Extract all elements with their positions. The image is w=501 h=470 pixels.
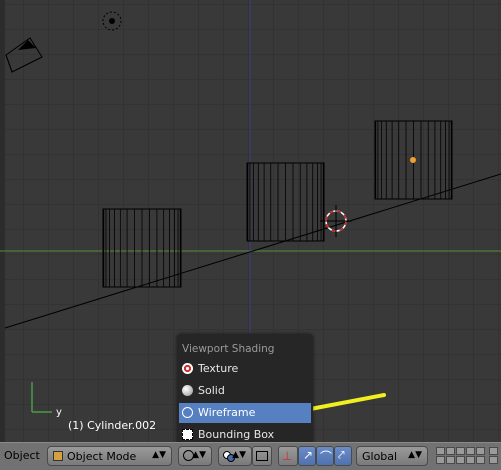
rotate-icon: ⌒ [320,450,333,464]
cylinder-object[interactable] [246,162,325,242]
cylinder-object[interactable] [102,208,182,288]
translate-icon: ↗ [303,448,314,462]
layer-button[interactable] [446,447,455,455]
menu-item-label: Texture [198,362,239,375]
menu-item-solid[interactable]: Solid [179,381,311,401]
menu-item-label: Bounding Box [198,428,275,441]
mode-label: Object Mode [67,450,137,463]
layer-button[interactable] [466,456,475,464]
texture-icon [182,363,193,374]
layer-button[interactable] [436,447,445,455]
layer-button[interactable] [476,447,485,455]
layer-button[interactable] [456,447,465,455]
layer-button[interactable] [446,456,455,464]
mode-dropdown[interactable]: Object Mode ▲▼ [47,446,172,466]
viewport-shading-dropdown[interactable]: ▲▼ [178,446,212,466]
blender-window: y (1) Cylinder.002 Viewport Shading Text… [0,0,501,470]
dropdown-arrow-icon: ▲▼ [192,450,206,460]
layer-button[interactable] [436,456,445,464]
dropdown-arrow-icon: ▲▼ [408,450,422,460]
layer-button[interactable] [489,447,498,455]
orientation-label: Global [362,450,398,463]
transform-manipulator-button[interactable]: ⊥ [278,446,298,466]
orientation-dropdown[interactable]: Global ▲▼ [356,446,428,466]
axis-label: y [56,407,62,418]
menu-item-texture[interactable]: Texture [179,359,311,379]
cube-icon [53,451,63,461]
object-menu[interactable]: Object [4,449,40,462]
manipulator-icon [256,451,268,461]
wireframe-icon [182,407,193,418]
layer-button[interactable] [489,456,498,464]
axis-gizmo-icon [31,382,52,413]
3d-cursor-icon[interactable] [320,205,352,237]
menu-item-label: Wireframe [198,406,256,419]
menu-item-label: Solid [198,384,225,397]
rotate-button[interactable]: ⌒ [316,446,334,466]
viewport-shading-menu: Viewport Shading Texture Solid Wireframe… [177,334,313,444]
active-object-label: (1) Cylinder.002 [68,419,157,432]
bounding-box-icon [182,429,193,440]
dropdown-arrow-icon: ▲▼ [232,450,246,460]
3d-view-header: Object Object Mode ▲▼ ▲▼ ▲▼ ⊥ ↗ ⌒ ⤤ Glob… [0,442,501,470]
layer-button[interactable] [456,456,465,464]
scale-icon: ⤤ [338,448,345,462]
dropdown-arrow-icon: ▲▼ [152,450,166,460]
layer-button[interactable] [476,456,485,464]
menu-item-wireframe[interactable]: Wireframe [179,403,311,423]
axes-icon: ⊥ [282,449,293,463]
lamp-icon[interactable] [102,11,122,31]
object-origin-dot [410,157,416,163]
translate-button[interactable]: ↗ [298,446,316,466]
layer-button[interactable] [466,447,475,455]
pivot-point-dropdown[interactable]: ▲▼ [218,446,252,466]
scale-button[interactable]: ⤤ [334,446,352,466]
solid-icon [182,385,193,396]
camera-icon[interactable] [5,37,43,73]
menu-title: Viewport Shading [182,343,275,355]
manipulator-toggle-button[interactable] [252,446,272,466]
